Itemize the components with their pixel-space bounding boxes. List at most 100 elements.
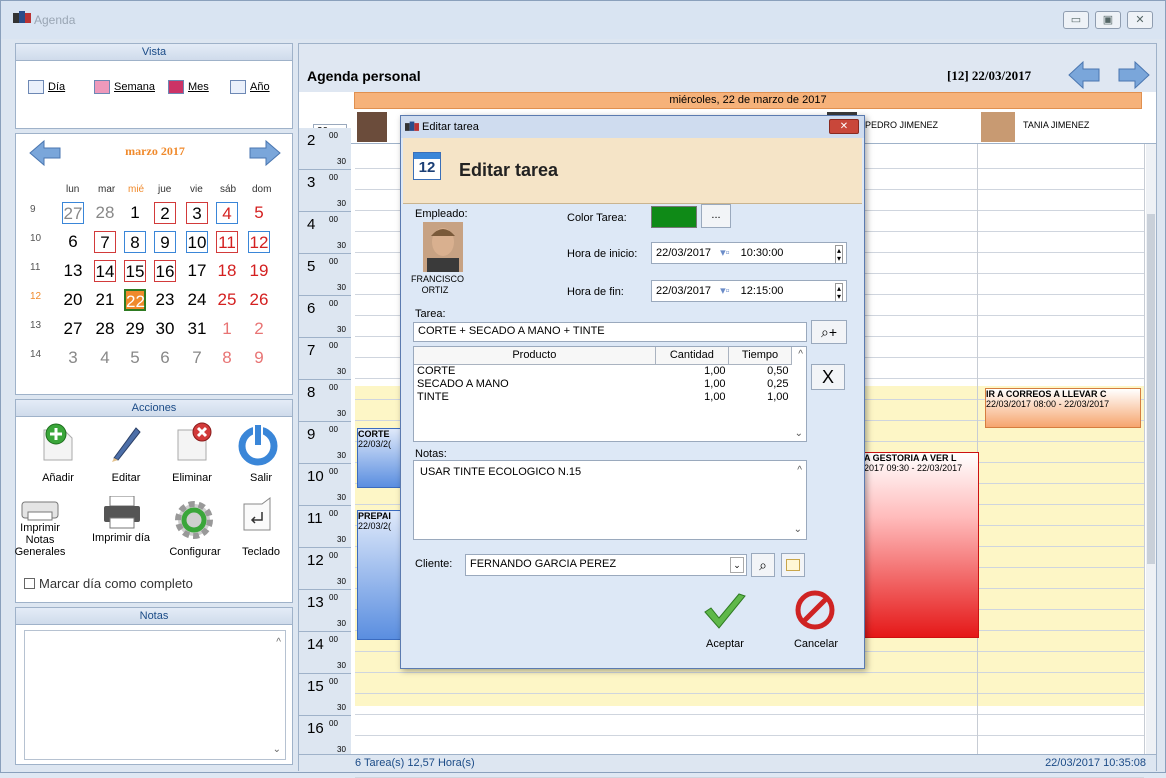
calendar-day[interactable]: 3	[62, 347, 84, 369]
edit-icon[interactable]	[108, 422, 144, 462]
printer-icon[interactable]	[102, 496, 142, 530]
notes-scroll-down-icon[interactable]: ⌄	[794, 524, 802, 535]
search-client-button[interactable]: ⌕	[751, 553, 775, 577]
view-day-button[interactable]: Día	[28, 80, 65, 94]
calendar-day[interactable]: 13	[62, 260, 84, 282]
config-label[interactable]: Configurar	[160, 546, 230, 558]
minimize-button[interactable]: ▭	[1063, 11, 1089, 29]
calendar-day[interactable]: 28	[94, 318, 116, 340]
calendar-day[interactable]: 7	[186, 347, 208, 369]
calendar-day[interactable]: 5	[248, 202, 270, 224]
cancel-button[interactable]: Cancelar	[781, 638, 851, 650]
date-dropdown-icon[interactable]: ▾▫	[720, 285, 729, 297]
color-swatch[interactable]	[651, 206, 697, 228]
calendar-day[interactable]: 30	[154, 318, 176, 340]
column-header[interactable]: Cantidad	[655, 347, 730, 365]
column-header[interactable]: Tiempo	[728, 347, 792, 365]
calendar-day[interactable]: 14	[94, 260, 116, 282]
exit-label[interactable]: Salir	[226, 472, 296, 484]
calendar-day[interactable]: 26	[248, 289, 270, 311]
calendar-day[interactable]: 7	[94, 231, 116, 253]
chevron-down-icon[interactable]: ⌄	[730, 557, 744, 573]
calendar-day[interactable]: 18	[216, 260, 238, 282]
scroll-thumb[interactable]	[1147, 214, 1155, 564]
table-row[interactable]: SECADO A MANO 1,00 0,25	[414, 377, 792, 390]
prev-day-arrow-icon[interactable]	[1067, 60, 1101, 90]
cancel-icon[interactable]	[795, 588, 835, 632]
employee-avatar[interactable]	[981, 112, 1015, 142]
client-card-button[interactable]	[781, 553, 805, 577]
table-scroll-down-icon[interactable]: ⌄	[795, 428, 803, 439]
notas-textarea[interactable]: ^ ⌄	[24, 630, 286, 760]
calendar-day[interactable]: 28	[94, 202, 116, 224]
accept-button[interactable]: Aceptar	[690, 638, 760, 650]
print-notes-label[interactable]: Imprimir Notas Generales	[10, 522, 70, 558]
keyboard-label[interactable]: Teclado	[229, 546, 293, 558]
calendar-day[interactable]: 6	[62, 231, 84, 253]
close-button[interactable]: ✕	[1127, 11, 1153, 29]
calendar-day[interactable]: 11	[216, 231, 238, 253]
calendar-day[interactable]: 23	[154, 289, 176, 311]
event-block[interactable]: IR A CORREOS A LLEVAR C 22/03/2017 08:00 …	[985, 388, 1141, 428]
time-slot[interactable]	[355, 715, 1144, 736]
keyboard-icon[interactable]	[242, 496, 272, 532]
maximize-button[interactable]: ▣	[1095, 11, 1121, 29]
view-year-button[interactable]: Año	[230, 80, 270, 94]
calendar-day[interactable]: 25	[216, 289, 238, 311]
calendar-day[interactable]: 6	[154, 347, 176, 369]
calendar-day[interactable]: 4	[94, 347, 116, 369]
end-datetime-field[interactable]: 22/03/2017 ▾▫ 12:15:00 ▴ ▾	[651, 280, 847, 302]
delete-label[interactable]: Eliminar	[157, 472, 227, 484]
calendar-day[interactable]: 8	[216, 347, 238, 369]
remove-product-button[interactable]: X	[811, 364, 845, 390]
date-dropdown-icon[interactable]: ▾▫	[720, 247, 729, 259]
calendar-day[interactable]: 31	[186, 318, 208, 340]
calendar-day[interactable]: 16	[154, 260, 176, 282]
print-notes-icon[interactable]	[20, 496, 60, 522]
calendar-day[interactable]: 5	[124, 347, 146, 369]
calendar-day[interactable]: 9	[154, 231, 176, 253]
calendar-day[interactable]: 2	[154, 202, 176, 224]
view-week-button[interactable]: Semana	[94, 80, 155, 94]
calendar-day[interactable]: 15	[124, 260, 146, 282]
time-spinner-icon[interactable]: ▴ ▾	[834, 245, 843, 263]
cliente-select[interactable]: FERNANDO GARCIA PEREZ ⌄	[465, 554, 747, 576]
checkbox-box[interactable]	[24, 578, 35, 589]
time-slot[interactable]	[355, 694, 1144, 715]
edit-label[interactable]: Editar	[91, 472, 161, 484]
vertical-scrollbar[interactable]	[1146, 144, 1156, 754]
accept-check-icon[interactable]	[703, 592, 747, 632]
power-icon[interactable]	[238, 422, 278, 466]
event-block[interactable]: PREPAI 22/03/2(	[357, 510, 401, 640]
calendar-day[interactable]: 29	[124, 318, 146, 340]
color-picker-button[interactable]: ...	[701, 204, 731, 228]
table-scroll-up-icon[interactable]: ^	[798, 349, 803, 360]
calendar-day[interactable]: 4	[216, 202, 238, 224]
add-label[interactable]: Añadir	[23, 472, 93, 484]
calendar-day[interactable]: 10	[186, 231, 208, 253]
view-month-button[interactable]: Mes	[168, 80, 209, 94]
notas-input[interactable]: USAR TINTE ECOLOGICO N.15 ^ ⌄	[413, 460, 807, 540]
scroll-up-icon[interactable]: ^	[276, 637, 281, 648]
scroll-down-icon[interactable]: ⌄	[273, 744, 281, 755]
tarea-input[interactable]: CORTE + SECADO A MANO + TINTE	[413, 322, 807, 342]
calendar-day[interactable]: 27	[62, 318, 84, 340]
config-gear-icon[interactable]	[172, 498, 216, 542]
print-day-label[interactable]: Imprimir día	[88, 532, 154, 544]
table-row[interactable]: CORTE 1,00 0,50	[414, 364, 792, 377]
calendar-day[interactable]: 19	[248, 260, 270, 282]
calendar-day[interactable]: 12	[248, 231, 270, 253]
add-icon[interactable]	[40, 422, 76, 462]
calendar-day[interactable]: 22	[124, 289, 146, 311]
calendar-day[interactable]: 20	[62, 289, 84, 311]
calendar-day[interactable]: 1	[216, 318, 238, 340]
table-row[interactable]: TINTE 1,00 1,00	[414, 390, 792, 403]
employee-avatar[interactable]	[357, 112, 387, 142]
calendar-day[interactable]: 9	[248, 347, 270, 369]
calendar-day[interactable]: 24	[186, 289, 208, 311]
start-datetime-field[interactable]: 22/03/2017 ▾▫ 10:30:00 ▴ ▾	[651, 242, 847, 264]
event-block[interactable]: A GESTORIA A VER L 2017 09:30 - 22/03/201…	[863, 452, 979, 638]
calendar-day[interactable]: 1	[124, 202, 146, 224]
dialog-close-button[interactable]: ✕	[829, 119, 859, 134]
calendar-day[interactable]: 2	[248, 318, 270, 340]
